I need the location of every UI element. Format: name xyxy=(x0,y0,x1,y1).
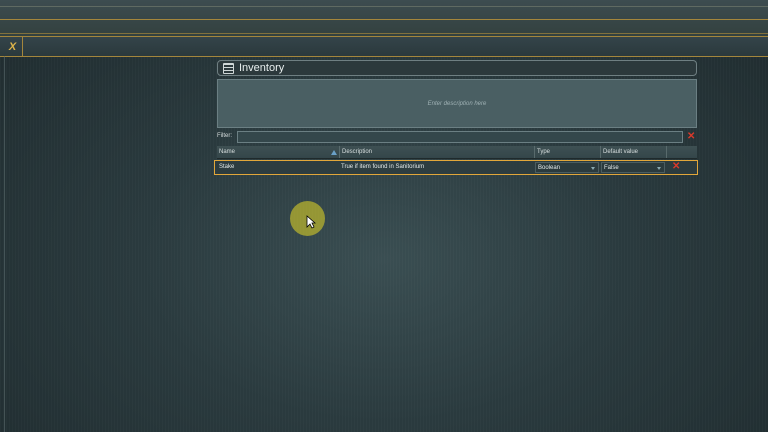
column-header-actions xyxy=(666,146,697,158)
default-value-select[interactable]: False xyxy=(601,162,665,173)
clear-filter-button[interactable]: ✕ xyxy=(687,131,695,143)
row-name[interactable]: Stake xyxy=(217,161,337,174)
top-toolbar xyxy=(0,0,768,37)
table-row[interactable]: Stake True if item found in Sanitorium B… xyxy=(214,160,698,175)
toolbar-accent-line xyxy=(0,33,768,34)
filter-label: Filter: xyxy=(217,133,232,139)
object-title: Inventory xyxy=(239,62,285,74)
object-title-field[interactable]: Inventory xyxy=(217,60,697,76)
mouse-pointer-icon xyxy=(306,215,316,229)
left-border xyxy=(4,56,5,432)
column-header-name-label: Name xyxy=(219,149,236,155)
column-header-type[interactable]: Type xyxy=(534,146,600,158)
filter-input[interactable] xyxy=(237,131,683,143)
default-value-select-value: False xyxy=(604,165,619,171)
type-select[interactable]: Boolean xyxy=(535,162,599,173)
sort-ascending-icon xyxy=(331,150,337,155)
description-placeholder: Enter description here xyxy=(427,100,487,107)
type-select-value: Boolean xyxy=(538,165,561,171)
row-description[interactable]: True if item found in Sanitorium xyxy=(339,161,534,174)
description-field[interactable]: Enter description here xyxy=(217,79,697,128)
list-icon xyxy=(223,62,234,74)
toolbar-divider xyxy=(0,6,768,7)
dropdown-arrow-icon xyxy=(591,167,595,170)
column-header-name[interactable]: Name xyxy=(217,146,339,158)
tab-strip: X xyxy=(0,36,768,57)
dropdown-arrow-icon xyxy=(657,167,661,170)
column-header-default-value[interactable]: Default value xyxy=(600,146,666,158)
column-header-description[interactable]: Description xyxy=(339,146,534,158)
close-tab-button[interactable]: X xyxy=(3,37,23,56)
filter-row: Filter: ✕ xyxy=(217,131,697,144)
delete-row-button[interactable]: ✕ xyxy=(672,161,680,173)
grid-header: Name Description Type Default value xyxy=(217,146,697,159)
toolbar-accent-line xyxy=(0,19,768,20)
